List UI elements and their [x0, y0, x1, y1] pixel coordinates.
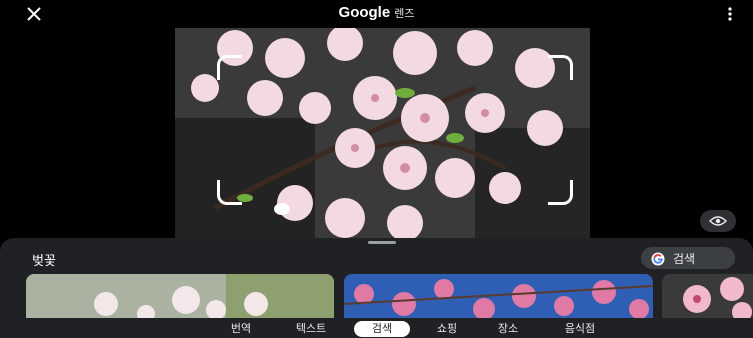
app-title: Google 렌즈	[0, 4, 753, 21]
tab-shopping[interactable]: 쇼핑	[430, 321, 464, 337]
tab-text[interactable]: 텍스트	[286, 321, 336, 337]
mode-tabs: 번역 텍스트 검색 쇼핑 장소 음식점	[0, 318, 753, 338]
top-bar: Google 렌즈	[0, 0, 753, 28]
selection-dot[interactable]	[274, 203, 290, 215]
crop-corner-bottom-right[interactable]	[548, 180, 573, 205]
crop-corner-top-right[interactable]	[548, 55, 573, 80]
result-thumbnail[interactable]	[344, 274, 653, 318]
search-button-label: 검색	[673, 251, 696, 266]
google-g-icon	[651, 251, 665, 266]
more-vert-icon[interactable]	[727, 6, 733, 22]
result-thumbnail[interactable]	[26, 274, 334, 318]
product-label: 렌즈	[394, 7, 415, 20]
tab-search[interactable]: 검색	[354, 321, 410, 337]
eye-search-icon[interactable]	[700, 210, 736, 232]
result-title: 벚꽃	[32, 254, 56, 269]
tab-places[interactable]: 장소	[491, 321, 525, 337]
tab-restaurants[interactable]: 음식점	[556, 321, 604, 337]
crop-corner-top-left[interactable]	[217, 55, 242, 80]
crop-corner-bottom-left[interactable]	[217, 180, 242, 205]
drag-handle[interactable]	[368, 241, 396, 244]
search-button[interactable]: 검색	[641, 247, 735, 269]
result-thumbnail[interactable]	[662, 274, 753, 318]
brand-label: Google	[338, 4, 391, 21]
results-sheet: 벚꽃 검색 번역 텍스트 검색 쇼핑 장소 음식점	[0, 238, 753, 338]
tab-translate[interactable]: 번역	[224, 321, 258, 337]
